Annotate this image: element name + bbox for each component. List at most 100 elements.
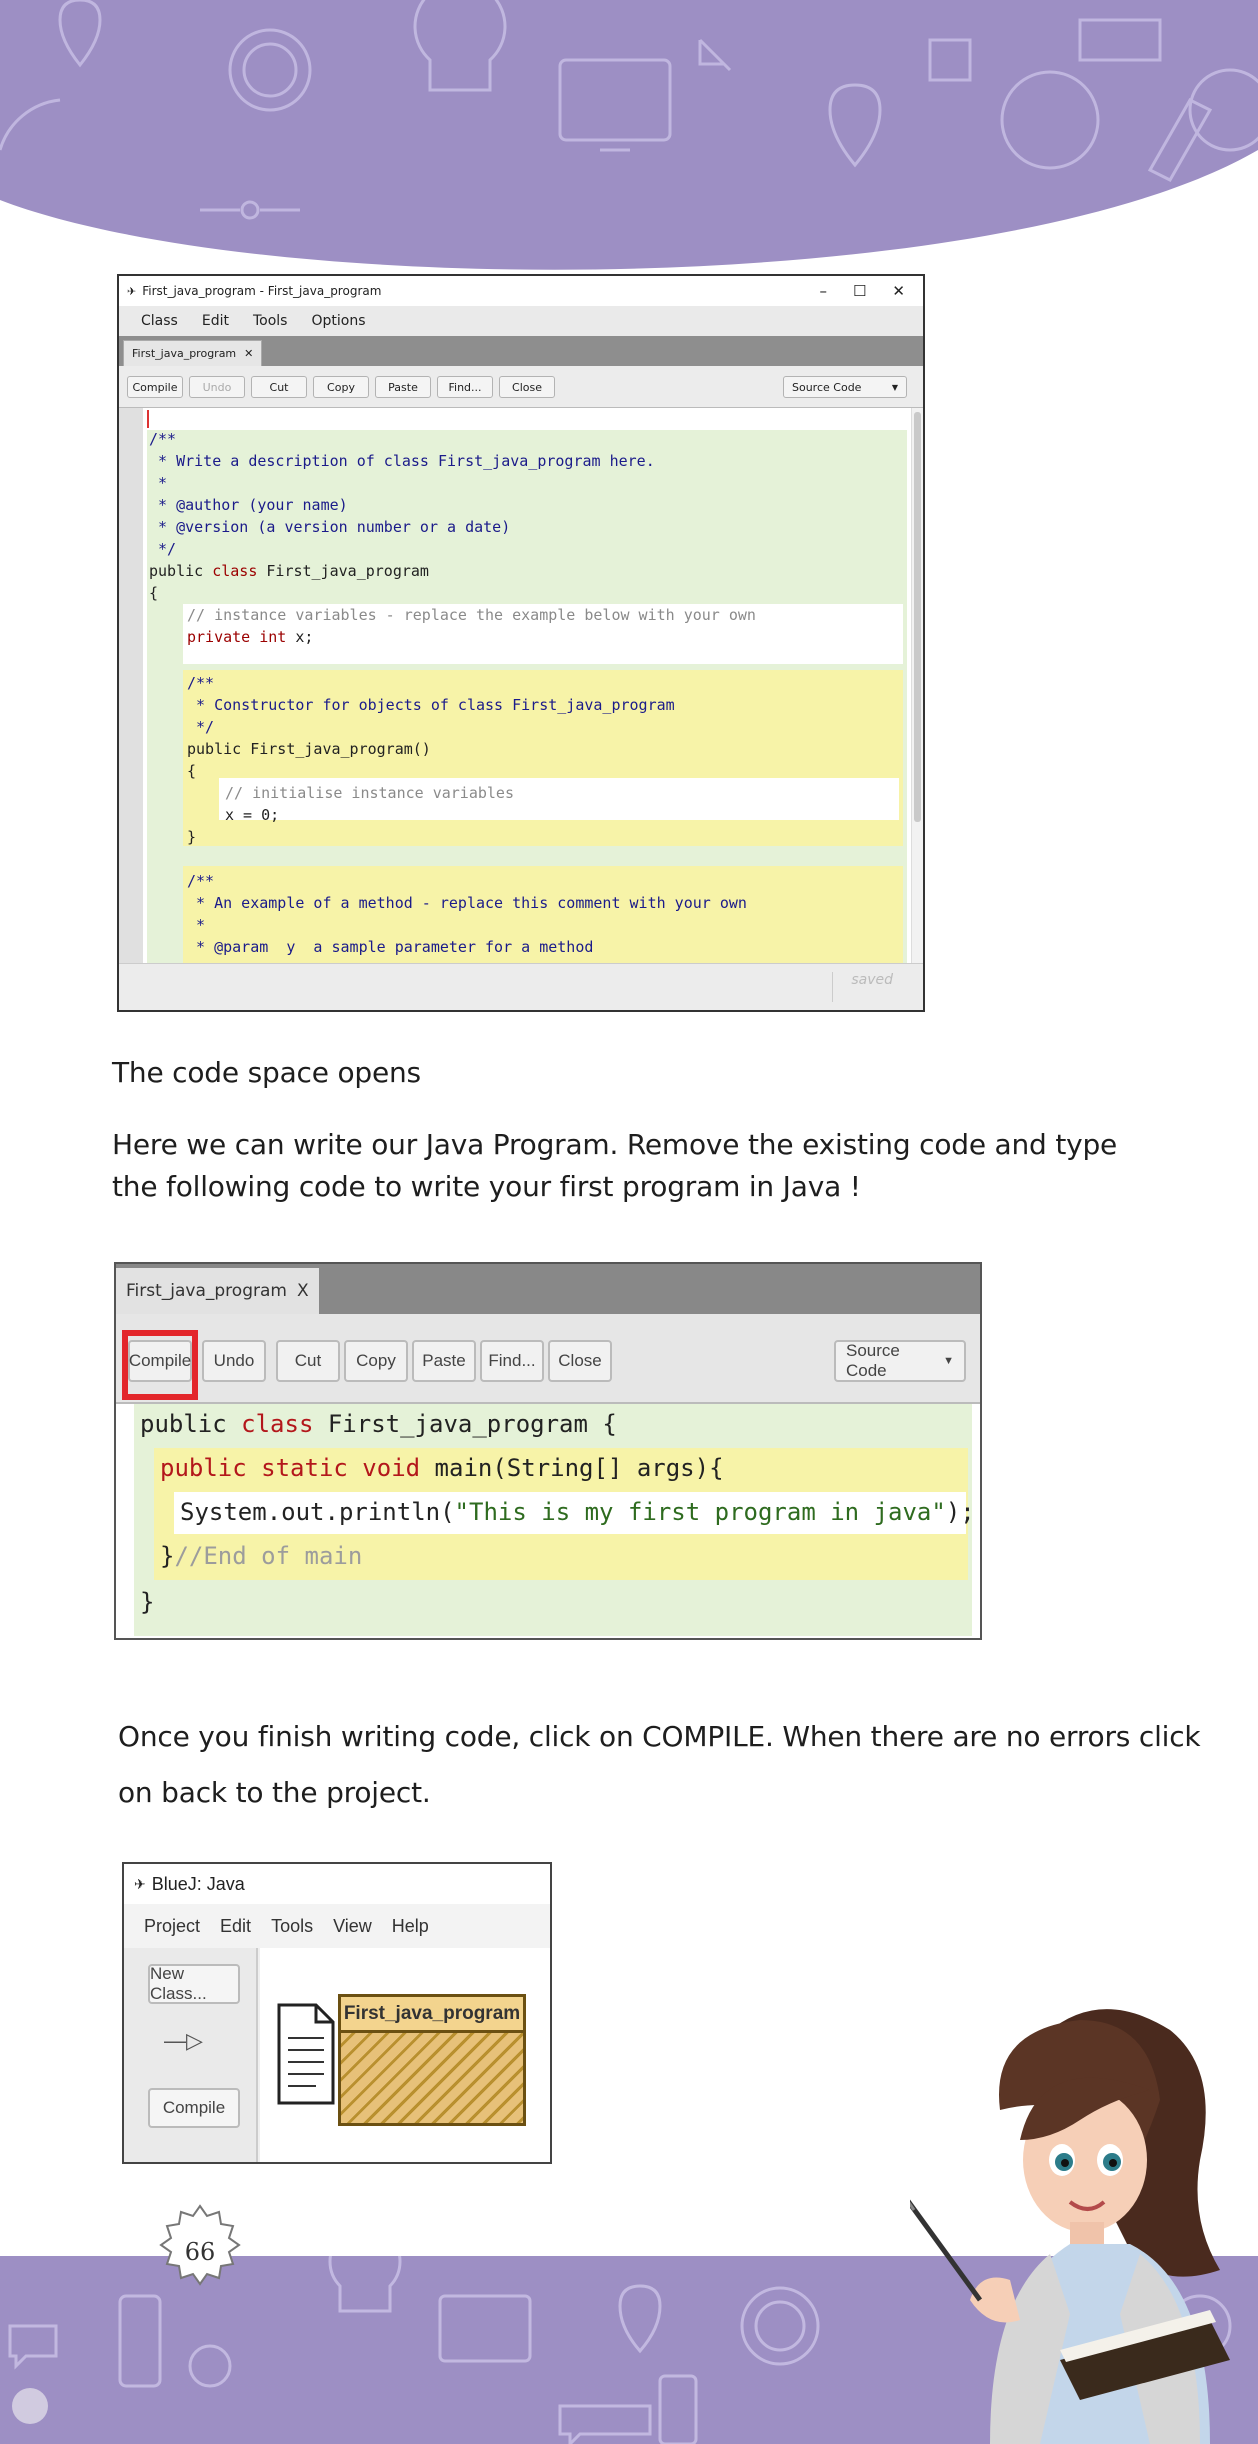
tab-label: First_java_program (132, 347, 237, 360)
code-line: * @param y a sample parameter for a meth… (187, 938, 594, 956)
class-first-java-program[interactable]: First_java_program (338, 1994, 526, 2126)
code-line: } (140, 1588, 155, 1616)
bluej-bird-icon: ✈ (134, 1875, 146, 1892)
editor-screenshot: ✈ First_java_program - First_java_progra… (117, 274, 925, 1012)
code-line: private int x; (187, 628, 314, 646)
undo-button[interactable]: Undo (202, 1340, 266, 1382)
find-button[interactable]: Find... (437, 376, 493, 398)
code-line: // instance variables - replace the exam… (187, 606, 756, 624)
maximize-button[interactable]: ☐ (853, 282, 866, 300)
bluej-bird-icon: ✈ (127, 284, 137, 298)
minimize-button[interactable]: – (819, 282, 827, 300)
menu-project[interactable]: Project (144, 1916, 200, 1937)
teacher-illustration (910, 2009, 1230, 2444)
code-line: { (187, 762, 197, 780)
code-area[interactable]: public class First_java_program { public… (116, 1404, 980, 1638)
project-sidebar: New Class... —▷ Compile (124, 1948, 258, 2162)
tab-first-java-program[interactable]: First_java_program X (116, 1268, 319, 1314)
code-area[interactable]: /** * Write a description of class First… (119, 408, 923, 963)
caption-compile-line2: on back to the project. (118, 1776, 431, 1809)
code-line: * An example of a method - replace this … (187, 894, 747, 912)
compile-highlight-box (122, 1330, 198, 1400)
code-line: public First_java_program() (187, 740, 431, 758)
undo-button[interactable]: Undo (189, 376, 245, 398)
find-button[interactable]: Find... (480, 1340, 544, 1382)
compile-button[interactable]: Compile (148, 2088, 240, 2128)
compile-button[interactable]: Compile (127, 376, 183, 398)
window-title: First_java_program - First_java_program (142, 284, 382, 298)
new-class-button[interactable]: New Class... (148, 1964, 240, 2004)
saved-status: saved (832, 972, 893, 1002)
dropdown-arrow-icon: ▼ (943, 1355, 954, 1367)
code-line: }//End of main (160, 1542, 363, 1570)
tab-close-icon[interactable]: X (297, 1281, 309, 1301)
page-number: 66 (184, 2238, 216, 2266)
code-line: * (149, 474, 168, 492)
project-menubar: Project Edit Tools View Help (124, 1904, 550, 1948)
vertical-scrollbar[interactable] (911, 408, 923, 963)
code-screenshot: First_java_program X Compile Undo Cut Co… (114, 1262, 982, 1640)
tab-first-java-program[interactable]: First_java_program ✕ (123, 340, 263, 366)
editor-toolbar: Compile Undo Cut Copy Paste Find... Clos… (119, 366, 923, 408)
copy-button[interactable]: Copy (344, 1340, 408, 1382)
editor-titlebar: ✈ First_java_program - First_java_progra… (119, 276, 923, 306)
code-line: * (187, 916, 206, 934)
code-line: System.out.println("This is my first pro… (180, 1498, 975, 1526)
code-line: * @author (your name) (149, 496, 348, 514)
copy-button[interactable]: Copy (313, 376, 369, 398)
caption-instructions-line1: Here we can write our Java Program. Remo… (112, 1128, 1118, 1161)
tab-label: First_java_program (126, 1281, 287, 1301)
paste-button[interactable]: Paste (412, 1340, 476, 1382)
menu-help[interactable]: Help (392, 1916, 429, 1937)
code-line: /** (149, 430, 177, 448)
paste-button[interactable]: Paste (375, 376, 431, 398)
code-line: public class First_java_program { (140, 1410, 617, 1438)
editor2-toolbar: Compile Undo Cut Copy Paste Find... Clos… (116, 1314, 980, 1404)
code-line: * @version (a version number or a date) (149, 518, 511, 536)
caption-instructions-line2: the following code to write your first p… (112, 1170, 861, 1203)
code-line: public class First_java_program (149, 562, 429, 580)
menu-edit[interactable]: Edit (220, 1916, 251, 1937)
page-number-badge: 66 (150, 2202, 250, 2302)
window-title: BlueJ: Java (151, 1873, 245, 1894)
code-line: /** (187, 674, 215, 692)
header-decoration (0, 0, 1258, 280)
code-line: x = 0; (225, 806, 280, 824)
code-line: // initialise instance variables (225, 784, 514, 802)
code-line: */ (149, 540, 177, 558)
project-titlebar: ✈ BlueJ: Java (124, 1864, 550, 1904)
editor2-tabbar: First_java_program X (116, 1264, 980, 1314)
text-cursor (147, 410, 149, 428)
menu-tools[interactable]: Tools (271, 1916, 313, 1937)
readme-document-icon[interactable] (276, 2002, 336, 2106)
code-line: * Write a description of class First_jav… (149, 452, 655, 470)
code-line: public static void main(String[] args){ (160, 1454, 724, 1482)
code-line: { (149, 584, 159, 602)
caption-code-space: The code space opens (112, 1056, 421, 1089)
close-button[interactable]: Close (548, 1340, 612, 1382)
inheritance-arrow-button[interactable]: —▷ (164, 2028, 203, 2054)
close-window-button[interactable]: ✕ (892, 282, 905, 300)
header-pattern (0, 0, 1258, 280)
dropdown-arrow-icon: ▼ (891, 382, 898, 392)
menu-options[interactable]: Options (311, 313, 365, 329)
cut-button[interactable]: Cut (251, 376, 307, 398)
code-line: * Constructor for objects of class First… (187, 696, 675, 714)
status-bar: saved (119, 963, 923, 1010)
menu-tools[interactable]: Tools (253, 313, 288, 329)
view-select[interactable]: Source Code ▼ (834, 1340, 966, 1382)
editor-tabbar: First_java_program ✕ (119, 336, 923, 366)
view-select[interactable]: Source Code ▼ (783, 376, 907, 398)
class-name-label: First_java_program (341, 1997, 523, 2033)
cut-button[interactable]: Cut (276, 1340, 340, 1382)
menu-edit[interactable]: Edit (202, 313, 229, 329)
editor-menubar: Class Edit Tools Options (119, 306, 923, 336)
close-button[interactable]: Close (499, 376, 555, 398)
line-gutter (119, 408, 143, 963)
code-line: */ (187, 718, 215, 736)
view-select-value: Source Code (792, 380, 862, 394)
tab-close-icon[interactable]: ✕ (244, 347, 253, 360)
menu-class[interactable]: Class (141, 313, 178, 329)
scrollbar-thumb[interactable] (914, 412, 921, 822)
menu-view[interactable]: View (333, 1916, 372, 1937)
